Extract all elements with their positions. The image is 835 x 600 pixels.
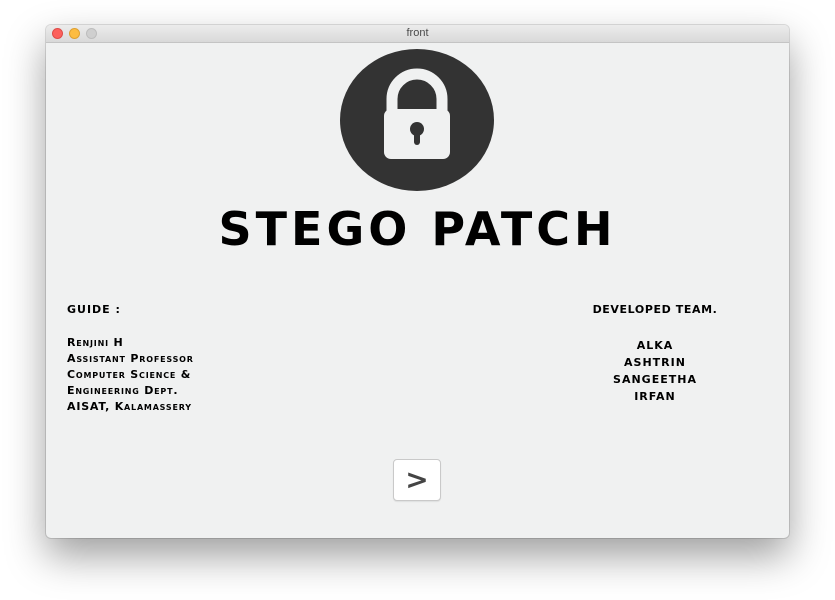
guide-heading: GUIDE : [67,303,121,316]
guide-department-line-2: Engineering Dept. [67,384,179,397]
guide-institution: AISAT, Kalamassery [67,400,192,413]
guide-position: Assistant Professor [67,352,194,365]
team-member: ALKA [636,339,674,352]
logo-circle [340,49,494,191]
team-heading: DEVELOPED TEAM. [592,303,718,316]
team-member: IRFAN [634,390,676,403]
window-title: front [406,27,429,39]
team-member: SANGEETHA [613,373,697,386]
next-button[interactable]: > [393,459,441,501]
title-bar[interactable]: front [46,25,789,43]
app-title: STEGO PATCH [218,202,617,256]
guide-details: Renjini H Assistant Professor Computer S… [67,335,194,415]
guide-department-line-1: Computer Science & [67,368,192,381]
team-members-list: ALKA ASHTRIN SANGEETHA IRFAN [566,337,744,405]
guide-name: Renjini H [67,336,124,349]
lock-icon [384,68,450,159]
app-window: front STEGO PATCH GUIDE : Renjini H Assi… [46,25,789,538]
team-member: ASHTRIN [624,356,686,369]
